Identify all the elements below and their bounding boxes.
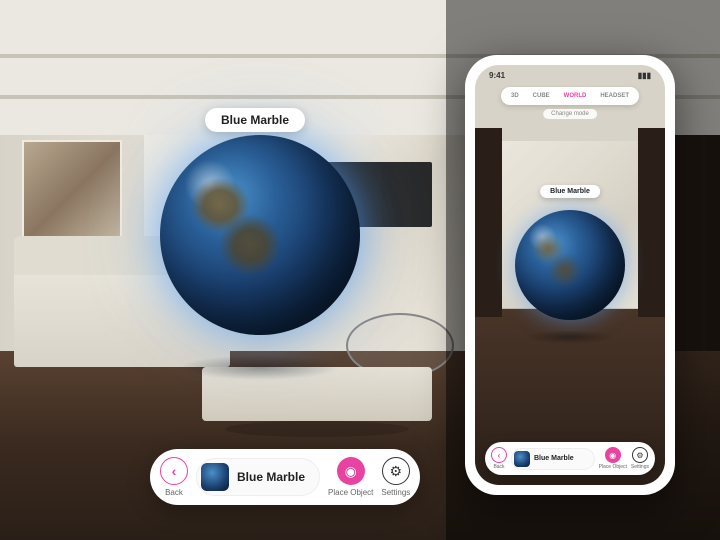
settings-button[interactable]: ⚙ Settings <box>381 457 410 497</box>
globe-shadow <box>180 355 340 380</box>
tab-world[interactable]: WORLD <box>557 90 594 102</box>
back-button[interactable]: ‹ Back <box>160 457 188 497</box>
place-label: Place Object <box>328 488 373 497</box>
tab-headset[interactable]: HEADSET <box>593 90 636 102</box>
status-indicators-icon: ▮▮▮ <box>638 71 651 80</box>
phone-ar-globe[interactable] <box>515 210 625 320</box>
phone-bottom-toolbar: ‹ Back Blue Marble ◉ Place Object ⚙ Sett… <box>485 442 655 475</box>
wall-art <box>22 140 123 248</box>
phone-settings-button[interactable]: ⚙ Settings <box>631 447 649 470</box>
phone-object-thumbnail <box>514 451 530 467</box>
pin-icon: ◉ <box>337 457 365 485</box>
settings-label: Settings <box>381 488 410 497</box>
phone-place-label: Place Object <box>599 464 627 470</box>
bottom-toolbar: ‹ Back Blue Marble ◉ Place Object ⚙ Sett… <box>150 449 420 505</box>
mode-subtitle: Change mode <box>543 109 597 119</box>
tab-3d[interactable]: 3D <box>504 90 526 102</box>
phone-back-button[interactable]: ‹ Back <box>491 447 507 470</box>
object-label-pill: Blue Marble <box>205 108 305 132</box>
phone-status-bar: 9:41 ▮▮▮ <box>475 71 665 80</box>
object-thumbnail <box>201 463 229 491</box>
phone-shelf-left <box>475 128 502 317</box>
gear-icon: ⚙ <box>632 447 648 463</box>
object-title: Blue Marble <box>237 470 305 484</box>
phone-shelf-right <box>638 128 665 317</box>
gear-icon: ⚙ <box>382 457 410 485</box>
place-object-button[interactable]: ◉ Place Object <box>328 457 373 497</box>
object-chip[interactable]: Blue Marble <box>196 458 320 496</box>
phone-globe-shadow <box>525 330 615 344</box>
pin-icon: ◉ <box>605 447 621 463</box>
phone-object-chip[interactable]: Blue Marble <box>511 448 595 470</box>
phone-object-label: Blue Marble <box>540 185 600 198</box>
phone-object-title: Blue Marble <box>534 455 574 462</box>
chevron-left-icon: ‹ <box>160 457 188 485</box>
tab-cube[interactable]: CUBE <box>526 90 557 102</box>
mode-tabs: 3D CUBE WORLD HEADSET <box>501 87 639 105</box>
status-time: 9:41 <box>489 71 505 80</box>
phone-back-label: Back <box>493 464 504 470</box>
phone-settings-label: Settings <box>631 464 649 470</box>
ar-globe-object[interactable] <box>160 135 360 335</box>
phone-mockup: 9:41 ▮▮▮ 3D CUBE WORLD HEADSET Change mo… <box>465 55 675 495</box>
back-label: Back <box>165 488 183 497</box>
chevron-left-icon: ‹ <box>491 447 507 463</box>
phone-screen: 9:41 ▮▮▮ 3D CUBE WORLD HEADSET Change mo… <box>475 65 665 485</box>
phone-place-button[interactable]: ◉ Place Object <box>599 447 627 470</box>
